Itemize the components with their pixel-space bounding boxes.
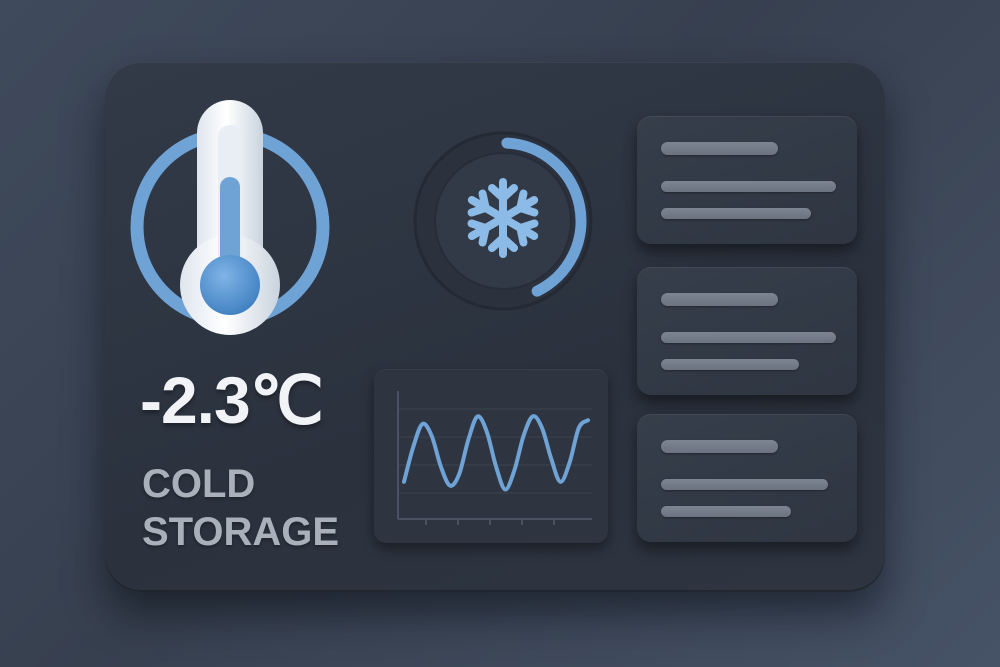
thermometer-icon [130,100,330,335]
temperature-line-chart [397,391,592,525]
placeholder-bar-line [661,506,791,517]
placeholder-bar-line [661,181,836,192]
title-line-1: COLD [142,462,256,506]
title-line-2: STORAGE [142,510,340,554]
temperature-readout: -2.3℃ [140,363,324,437]
placeholder-bar-title [661,142,778,155]
placeholder-bar-title [661,293,778,306]
chart-series-line [402,414,590,492]
placeholder-bar-line [661,208,811,219]
info-card-2[interactable] [637,267,857,395]
thermometer-bulb [200,255,260,315]
info-card-1[interactable] [637,116,857,244]
info-card-3[interactable] [637,414,857,542]
cooling-gauge [413,131,593,311]
placeholder-bar-line [661,359,799,370]
placeholder-bar-line [661,479,828,490]
temperature-chart-card [374,369,608,543]
placeholder-bar-line [661,332,836,343]
placeholder-bar-title [661,440,778,453]
